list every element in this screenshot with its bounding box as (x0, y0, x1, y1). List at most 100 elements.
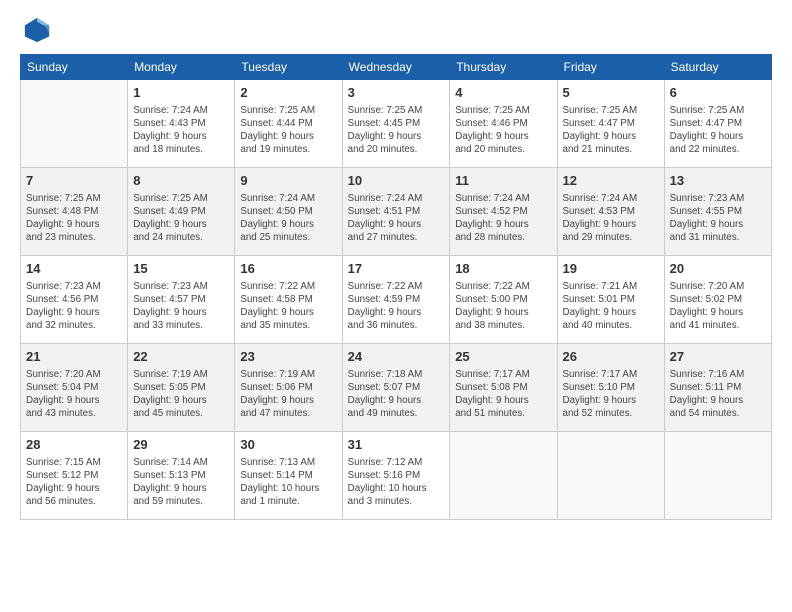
calendar-cell: 19 Sunrise: 7:21 AMSunset: 5:01 PMDayligh… (557, 256, 664, 344)
day-number: 27 (670, 348, 766, 366)
day-number: 12 (563, 172, 659, 190)
weekday-header-sunday: Sunday (21, 55, 128, 80)
weekday-header-saturday: Saturday (664, 55, 771, 80)
day-info: Sunrise: 7:25 AMSunset: 4:47 PMDaylight:… (670, 104, 766, 157)
calendar-cell: 29 Sunrise: 7:14 AMSunset: 5:13 PMDayligh… (128, 432, 235, 520)
day-info: Sunrise: 7:20 AMSunset: 5:02 PMDaylight:… (670, 280, 766, 333)
calendar-cell: 18 Sunrise: 7:22 AMSunset: 5:00 PMDayligh… (450, 256, 557, 344)
day-info: Sunrise: 7:17 AMSunset: 5:10 PMDaylight:… (563, 368, 659, 421)
day-number: 1 (133, 84, 229, 102)
day-info: Sunrise: 7:16 AMSunset: 5:11 PMDaylight:… (670, 368, 766, 421)
day-number: 13 (670, 172, 766, 190)
calendar-cell: 26Sunrise: 7:17 AMSunset: 5:10 PMDayligh… (557, 344, 664, 432)
day-info: Sunrise: 7:24 AMSunset: 4:43 PMDaylight:… (133, 104, 229, 157)
day-info: Sunrise: 7:23 AMSunset: 4:57 PMDaylight:… (133, 280, 229, 333)
day-info: Sunrise: 7:25 AMSunset: 4:49 PMDaylight:… (133, 192, 229, 245)
day-number: 31 (348, 436, 445, 454)
calendar-week-row: 21 Sunrise: 7:20 AMSunset: 5:04 PMDayligh… (21, 344, 772, 432)
calendar-cell: 7Sunrise: 7:25 AMSunset: 4:48 PMDaylight… (21, 168, 128, 256)
day-number: 10 (348, 172, 445, 190)
weekday-header-friday: Friday (557, 55, 664, 80)
weekday-header-monday: Monday (128, 55, 235, 80)
calendar-cell: 28Sunrise: 7:15 AMSunset: 5:12 PMDayligh… (21, 432, 128, 520)
day-info: Sunrise: 7:25 AMSunset: 4:46 PMDaylight:… (455, 104, 551, 157)
day-number: 4 (455, 84, 551, 102)
day-info: Sunrise: 7:15 AMSunset: 5:12 PMDaylight:… (26, 456, 122, 509)
calendar-cell: 30 Sunrise: 7:13 AMSunset: 5:14 PMDayligh… (235, 432, 342, 520)
day-info: Sunrise: 7:19 AMSunset: 5:05 PMDaylight:… (133, 368, 229, 421)
day-info: Sunrise: 7:20 AMSunset: 5:04 PMDaylight:… (26, 368, 122, 421)
calendar: SundayMondayTuesdayWednesdayThursdayFrid… (20, 54, 772, 520)
calendar-cell: 23 Sunrise: 7:19 AMSunset: 5:06 PMDayligh… (235, 344, 342, 432)
day-number: 19 (563, 260, 659, 278)
day-number: 21 (26, 348, 122, 366)
day-number: 6 (670, 84, 766, 102)
weekday-header-wednesday: Wednesday (342, 55, 450, 80)
calendar-cell: 10Sunrise: 7:24 AMSunset: 4:51 PMDayligh… (342, 168, 450, 256)
day-number: 11 (455, 172, 551, 190)
weekday-header-thursday: Thursday (450, 55, 557, 80)
calendar-cell: 6 Sunrise: 7:25 AMSunset: 4:47 PMDaylight… (664, 80, 771, 168)
calendar-cell (21, 80, 128, 168)
logo-icon (23, 16, 51, 44)
day-info: Sunrise: 7:25 AMSunset: 4:44 PMDaylight:… (240, 104, 336, 157)
day-number: 30 (240, 436, 336, 454)
day-number: 17 (348, 260, 445, 278)
day-number: 5 (563, 84, 659, 102)
day-number: 22 (133, 348, 229, 366)
calendar-cell: 11 Sunrise: 7:24 AMSunset: 4:52 PMDayligh… (450, 168, 557, 256)
day-number: 29 (133, 436, 229, 454)
day-info: Sunrise: 7:24 AMSunset: 4:53 PMDaylight:… (563, 192, 659, 245)
day-number: 18 (455, 260, 551, 278)
weekday-header-row: SundayMondayTuesdayWednesdayThursdayFrid… (21, 55, 772, 80)
day-number: 25 (455, 348, 551, 366)
calendar-cell: 5 Sunrise: 7:25 AMSunset: 4:47 PMDaylight… (557, 80, 664, 168)
day-number: 3 (348, 84, 445, 102)
day-info: Sunrise: 7:22 AMSunset: 4:59 PMDaylight:… (348, 280, 445, 333)
calendar-cell: 25Sunrise: 7:17 AMSunset: 5:08 PMDayligh… (450, 344, 557, 432)
calendar-cell: 21 Sunrise: 7:20 AMSunset: 5:04 PMDayligh… (21, 344, 128, 432)
day-info: Sunrise: 7:24 AMSunset: 4:50 PMDaylight:… (240, 192, 336, 245)
day-info: Sunrise: 7:22 AMSunset: 4:58 PMDaylight:… (240, 280, 336, 333)
day-number: 15 (133, 260, 229, 278)
day-info: Sunrise: 7:13 AMSunset: 5:14 PMDaylight:… (240, 456, 336, 509)
day-number: 24 (348, 348, 445, 366)
weekday-header-tuesday: Tuesday (235, 55, 342, 80)
day-number: 8 (133, 172, 229, 190)
day-info: Sunrise: 7:14 AMSunset: 5:13 PMDaylight:… (133, 456, 229, 509)
day-info: Sunrise: 7:24 AMSunset: 4:52 PMDaylight:… (455, 192, 551, 245)
calendar-cell: 17 Sunrise: 7:22 AMSunset: 4:59 PMDayligh… (342, 256, 450, 344)
calendar-cell: 1 Sunrise: 7:24 AMSunset: 4:43 PMDaylight… (128, 80, 235, 168)
calendar-cell: 16Sunrise: 7:22 AMSunset: 4:58 PMDayligh… (235, 256, 342, 344)
day-info: Sunrise: 7:21 AMSunset: 5:01 PMDaylight:… (563, 280, 659, 333)
day-info: Sunrise: 7:25 AMSunset: 4:47 PMDaylight:… (563, 104, 659, 157)
calendar-cell: 31 Sunrise: 7:12 AMSunset: 5:16 PMDayligh… (342, 432, 450, 520)
calendar-cell: 14 Sunrise: 7:23 AMSunset: 4:56 PMDayligh… (21, 256, 128, 344)
logo (20, 16, 51, 44)
calendar-cell: 4 Sunrise: 7:25 AMSunset: 4:46 PMDaylight… (450, 80, 557, 168)
calendar-cell: 13Sunrise: 7:23 AMSunset: 4:55 PMDayligh… (664, 168, 771, 256)
day-number: 20 (670, 260, 766, 278)
header (20, 16, 772, 44)
day-info: Sunrise: 7:25 AMSunset: 4:45 PMDaylight:… (348, 104, 445, 157)
calendar-week-row: 7Sunrise: 7:25 AMSunset: 4:48 PMDaylight… (21, 168, 772, 256)
day-info: Sunrise: 7:19 AMSunset: 5:06 PMDaylight:… (240, 368, 336, 421)
calendar-cell: 8 Sunrise: 7:25 AMSunset: 4:49 PMDaylight… (128, 168, 235, 256)
page: SundayMondayTuesdayWednesdayThursdayFrid… (0, 0, 792, 612)
day-info: Sunrise: 7:22 AMSunset: 5:00 PMDaylight:… (455, 280, 551, 333)
day-number: 9 (240, 172, 336, 190)
day-info: Sunrise: 7:25 AMSunset: 4:48 PMDaylight:… (26, 192, 122, 245)
day-info: Sunrise: 7:18 AMSunset: 5:07 PMDaylight:… (348, 368, 445, 421)
calendar-cell: 12 Sunrise: 7:24 AMSunset: 4:53 PMDayligh… (557, 168, 664, 256)
day-number: 23 (240, 348, 336, 366)
day-number: 14 (26, 260, 122, 278)
day-info: Sunrise: 7:12 AMSunset: 5:16 PMDaylight:… (348, 456, 445, 509)
calendar-cell: 2 Sunrise: 7:25 AMSunset: 4:44 PMDaylight… (235, 80, 342, 168)
calendar-week-row: 1 Sunrise: 7:24 AMSunset: 4:43 PMDaylight… (21, 80, 772, 168)
calendar-cell: 24 Sunrise: 7:18 AMSunset: 5:07 PMDayligh… (342, 344, 450, 432)
calendar-cell: 3 Sunrise: 7:25 AMSunset: 4:45 PMDaylight… (342, 80, 450, 168)
day-info: Sunrise: 7:23 AMSunset: 4:56 PMDaylight:… (26, 280, 122, 333)
calendar-cell: 20 Sunrise: 7:20 AMSunset: 5:02 PMDayligh… (664, 256, 771, 344)
day-number: 2 (240, 84, 336, 102)
calendar-cell (557, 432, 664, 520)
